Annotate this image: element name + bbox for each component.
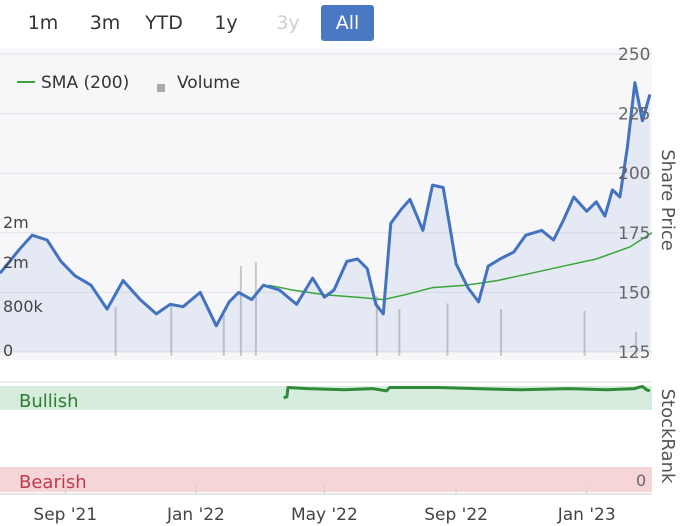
stockrank-panel: Bullish Bearish 0 StockRank: [0, 381, 678, 493]
bearish-band: [0, 467, 652, 492]
x-tick-label: Sep '21: [33, 505, 97, 525]
chart-legend: SMA (200) Volume: [17, 73, 240, 93]
bullish-label: Bullish: [19, 391, 79, 412]
price-tick-225: 225: [618, 105, 650, 125]
legend-sma-label[interactable]: SMA (200): [41, 73, 129, 93]
x-tick-label: May '22: [291, 505, 358, 525]
price-tick-150: 150: [618, 283, 650, 303]
bearish-label: Bearish: [19, 472, 87, 493]
price-tick-175: 175: [618, 224, 650, 244]
volume-tick-label: 2m: [3, 213, 29, 232]
legend-volume-swatch: [157, 84, 165, 92]
stockrank-axis-label: StockRank: [657, 389, 678, 484]
volume-tick-label: 0: [3, 341, 13, 360]
legend-volume-label[interactable]: Volume: [177, 73, 240, 93]
stockrank-zero-tick: 0: [636, 471, 646, 490]
volume-tick-label: 2m: [3, 253, 29, 272]
chart-svg: 125 150 175 200 225 250 0 800k 2m 2m Share Price…: [0, 45, 678, 525]
volume-tick-label: 800k: [3, 297, 44, 316]
share-price-axis-label: Share Price: [657, 149, 678, 251]
price-tick-125: 125: [618, 343, 650, 363]
price-tick-250: 250: [618, 45, 650, 65]
price-tick-200: 200: [618, 164, 650, 184]
x-tick-label: Jan '23: [557, 505, 616, 525]
x-tick-label: Jan '22: [166, 505, 225, 525]
x-tick-label: Sep '22: [424, 505, 488, 525]
